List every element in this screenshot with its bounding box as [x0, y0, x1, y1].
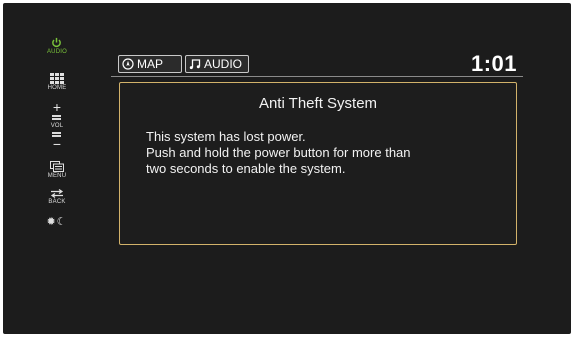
power-audio-label: AUDIO [46, 49, 67, 55]
display-screen: MAP AUDIO 1:01 Anti Theft System This sy… [111, 46, 531, 266]
tab-audio-label: AUDIO [204, 57, 243, 71]
anti-theft-dialog: Anti Theft System This system has lost p… [119, 82, 517, 245]
compass-icon [122, 58, 134, 70]
volume-down-button[interactable]: − [53, 137, 61, 151]
home-grid-icon [50, 73, 64, 84]
side-buttons: AUDIO HOME + VOL − MENU BACK ✹☾ [39, 37, 75, 238]
back-button[interactable]: BACK [48, 189, 65, 205]
brightness-button[interactable]: ✹☾ [46, 215, 67, 228]
volume-control[interactable]: + VOL − [50, 100, 64, 151]
dialog-message: This system has lost power. Push and hol… [146, 129, 506, 177]
home-label: HOME [47, 85, 67, 91]
menu-icon [50, 161, 64, 172]
back-label: BACK [48, 199, 66, 205]
dialog-line: two seconds to enable the system. [146, 161, 346, 176]
top-bar: MAP AUDIO 1:01 [111, 46, 523, 77]
dialog-line: Push and hold the power button for more … [146, 145, 411, 160]
dialog-title: Anti Theft System [258, 95, 378, 112]
volume-label: VOL [50, 123, 64, 129]
head-unit: AUDIO HOME + VOL − MENU BACK ✹☾ MAP AUDI… [3, 3, 571, 334]
day-night-icon: ✹☾ [46, 216, 68, 228]
dialog-line: This system has lost power. [146, 129, 306, 144]
tab-map-label: MAP [137, 57, 164, 71]
clock: 1:01 [470, 51, 517, 76]
power-audio-button[interactable]: AUDIO [47, 37, 67, 55]
music-note-icon [189, 58, 201, 70]
home-button[interactable]: HOME [48, 73, 67, 91]
tab-map[interactable]: MAP [118, 55, 182, 73]
back-arrow-icon [50, 189, 64, 198]
menu-label: MENU [47, 173, 67, 179]
volume-bars-icon [52, 114, 62, 121]
power-icon [52, 37, 62, 48]
menu-button[interactable]: MENU [48, 161, 66, 179]
volume-up-button[interactable]: + [53, 100, 61, 114]
tab-audio[interactable]: AUDIO [185, 55, 249, 73]
